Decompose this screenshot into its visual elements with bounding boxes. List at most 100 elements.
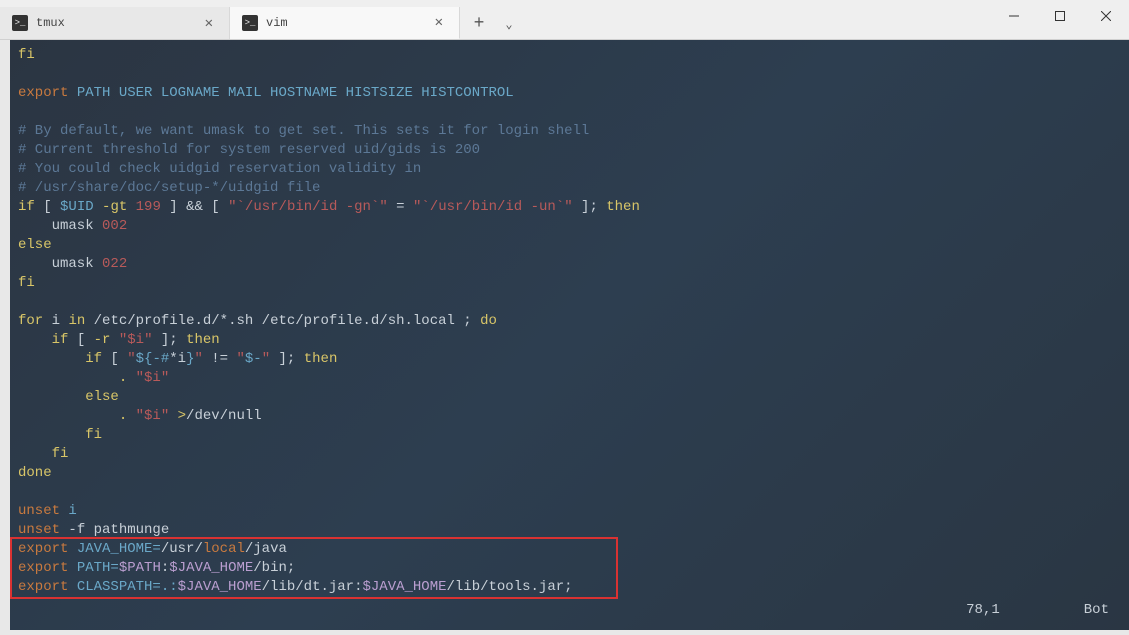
code-token: umask [18, 218, 102, 234]
code-token: /lib/tools.jar; [447, 579, 573, 595]
code-token: else [18, 389, 119, 405]
code-token: 199 [136, 199, 161, 215]
code-token: ] [573, 199, 590, 215]
code-token: if [18, 351, 102, 367]
code-token: && [186, 199, 203, 215]
code-token: fi [18, 47, 35, 63]
code-token: [ [35, 199, 60, 215]
vim-status: 78,1 Bot [966, 601, 1109, 620]
code-token: -r [94, 332, 111, 348]
code-token: $- [245, 351, 262, 367]
code-token [169, 408, 177, 424]
close-icon[interactable]: ✕ [431, 14, 447, 31]
code-token: export [18, 560, 68, 576]
code-token: pathmunge [94, 522, 170, 538]
code-token: [ [102, 351, 127, 367]
code-token: local [203, 541, 245, 557]
code-token: = [388, 199, 413, 215]
code-token: /usr/ [161, 541, 203, 557]
code-token: if [18, 332, 68, 348]
code-token: " [564, 199, 572, 215]
code-token: export [18, 85, 68, 101]
tab-tmux[interactable]: >_ tmux ✕ [0, 7, 230, 39]
code-token: ] [161, 199, 186, 215]
code-token: CLASSPATH=.: [68, 579, 177, 595]
code-token: "$i" [119, 332, 153, 348]
code-token: done [18, 465, 52, 481]
code-token: " [379, 199, 387, 215]
tab-label: vim [266, 16, 288, 30]
code-token: . [18, 408, 136, 424]
code-token: do [480, 313, 497, 329]
code-token: i [60, 503, 77, 519]
code-token: for [18, 313, 43, 329]
code-token: " [228, 199, 236, 215]
tab-label: tmux [36, 16, 65, 30]
title-bar: >_ tmux ✕ >_ vim ✕ + ⌄ [0, 0, 1129, 40]
code-token: /etc/profile.d/*.sh /etc/profile.d/sh.lo… [85, 313, 480, 329]
code-token: $JAVA_HOME [362, 579, 446, 595]
code-token: " [127, 351, 135, 367]
code-token: ] [152, 332, 169, 348]
code-token: $UID [60, 199, 94, 215]
code-token: `/usr/bin/id -gn` [237, 199, 380, 215]
code-token: -f [60, 522, 94, 538]
code-token: umask [18, 256, 102, 272]
code-token: then [186, 332, 220, 348]
code-token: then [304, 351, 338, 367]
terminal-content[interactable]: fi export PATH USER LOGNAME MAIL HOSTNAM… [10, 40, 1129, 630]
code-token: PATH= [68, 560, 118, 576]
cursor-position: 78,1 [966, 602, 1000, 618]
code-token: 002 [102, 218, 127, 234]
code-token: then [606, 199, 640, 215]
code-token: != [203, 351, 237, 367]
code-token: . [18, 370, 136, 386]
code-token: "$i" [136, 408, 170, 424]
code-token: : [161, 560, 169, 576]
code-token: [ [68, 332, 93, 348]
code-token: ; [287, 351, 304, 367]
code-token: ] [270, 351, 287, 367]
close-icon [1101, 11, 1111, 21]
code-token: fi [18, 427, 102, 443]
code-token: *i [169, 351, 186, 367]
code-token: ; [589, 199, 606, 215]
code-comment: # You could check uidgid reservation val… [18, 161, 421, 177]
tab-vim[interactable]: >_ vim ✕ [230, 7, 460, 39]
code-token: 022 [102, 256, 127, 272]
code-token: " [262, 351, 270, 367]
code-token: ${-# [136, 351, 170, 367]
maximize-icon [1055, 11, 1065, 21]
code-token: /dev/null [186, 408, 262, 424]
code-token: /java [245, 541, 287, 557]
code-token: "$i" [136, 370, 170, 386]
terminal-icon: >_ [12, 15, 28, 31]
code-token: fi [18, 275, 35, 291]
code-token [110, 332, 118, 348]
code-token: `/usr/bin/id -un` [421, 199, 564, 215]
code-token: unset [18, 503, 60, 519]
code-token: $JAVA_HOME [178, 579, 262, 595]
code-token: " [236, 351, 244, 367]
close-icon[interactable]: ✕ [201, 15, 217, 32]
code-token: ; [169, 332, 186, 348]
code-token: i [43, 313, 68, 329]
code-token: /bin; [253, 560, 295, 576]
add-tab-button[interactable]: + [464, 9, 494, 39]
code-token: JAVA_HOME= [68, 541, 160, 557]
code-token: fi [18, 446, 68, 462]
code-token: if [18, 199, 35, 215]
maximize-button[interactable] [1037, 0, 1083, 32]
code-token: in [68, 313, 85, 329]
code-token: -gt [94, 199, 136, 215]
close-button[interactable] [1083, 0, 1129, 32]
tabs-container: >_ tmux ✕ >_ vim ✕ + ⌄ [0, 0, 524, 39]
code-token: > [178, 408, 186, 424]
terminal-icon: >_ [242, 15, 258, 31]
code-token: export [18, 541, 68, 557]
code-token: else [18, 237, 52, 253]
code-token: [ [203, 199, 228, 215]
minimize-button[interactable] [991, 0, 1037, 32]
code-token: $PATH [119, 560, 161, 576]
chevron-down-icon[interactable]: ⌄ [494, 9, 524, 39]
